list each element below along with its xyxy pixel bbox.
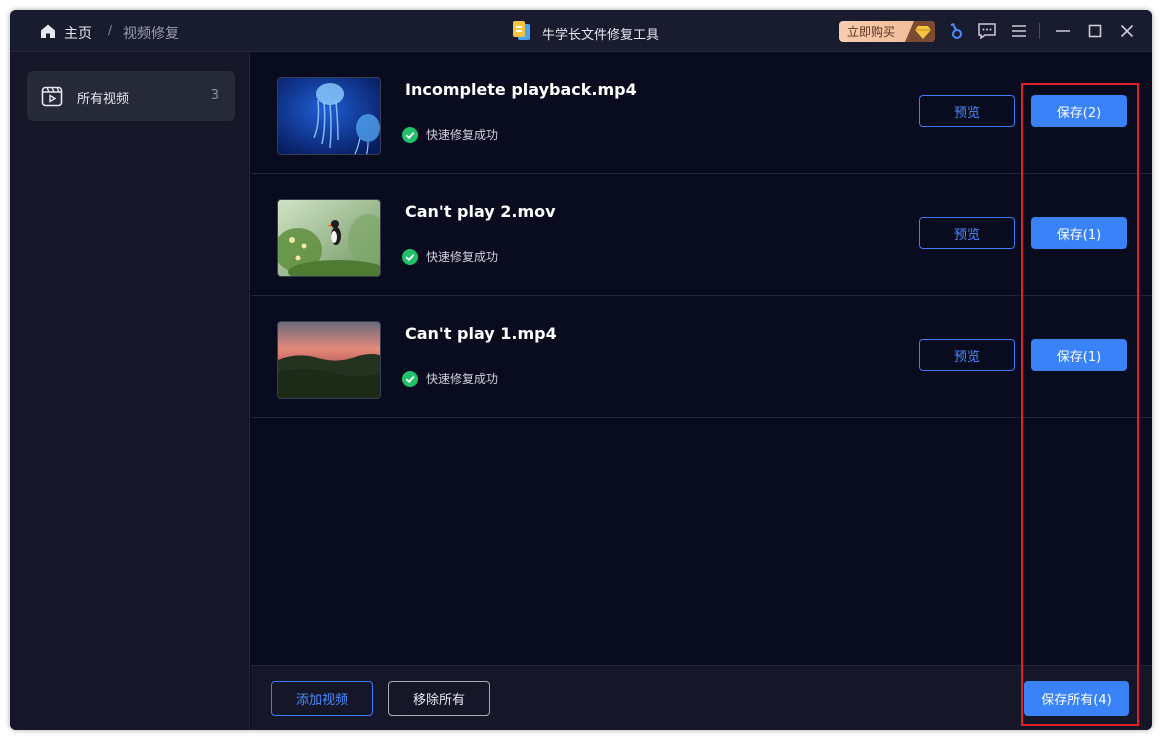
video-row: Incomplete playback.mp4 快速修复成功 预览 保存(2): [251, 52, 1152, 174]
video-thumbnail-puffin[interactable]: [277, 199, 381, 277]
success-check-icon: [402, 126, 418, 143]
preview-button[interactable]: 预览: [919, 339, 1015, 371]
breadcrumb-separator: /: [108, 23, 113, 37]
video-row: Can't play 1.mp4 快速修复成功 预览 保存(1): [251, 296, 1152, 418]
home-icon: [40, 23, 56, 43]
repair-status: 快速修复成功: [402, 126, 498, 143]
preview-button[interactable]: 预览: [919, 217, 1015, 249]
title-bar: 主页 / 视频修复 牛学长文件修复工具 立即购买: [10, 10, 1152, 52]
key-icon[interactable]: [947, 22, 965, 40]
video-list: Incomplete playback.mp4 快速修复成功 预览 保存(2): [251, 52, 1152, 665]
sidebar-item-label: 所有视频: [77, 92, 130, 107]
sidebar-item-count: 3: [210, 88, 219, 103]
buy-now-label: 立即购买: [847, 25, 896, 39]
video-icon: [41, 85, 63, 107]
buy-now-button[interactable]: 立即购买: [839, 21, 935, 42]
breadcrumb-current: 视频修复: [123, 26, 179, 42]
repair-status-text: 快速修复成功: [426, 372, 499, 386]
add-video-button[interactable]: 添加视频: [271, 681, 373, 716]
preview-button[interactable]: 预览: [919, 95, 1015, 127]
video-thumbnail-sunset[interactable]: [277, 321, 381, 399]
save-button[interactable]: 保存(1): [1031, 339, 1127, 371]
video-filename: Can't play 2.mov: [405, 202, 556, 221]
app-title: 牛学长文件修复工具: [512, 20, 659, 46]
repair-status-text: 快速修复成功: [426, 250, 499, 264]
bottom-action-bar: 添加视频 移除所有 保存所有(4): [251, 665, 1152, 730]
minimize-icon[interactable]: [1054, 22, 1072, 40]
feedback-icon[interactable]: [978, 22, 996, 40]
save-button[interactable]: 保存(1): [1031, 217, 1127, 249]
remove-all-button[interactable]: 移除所有: [388, 681, 490, 716]
titlebar-divider: [1039, 23, 1040, 39]
success-check-icon: [402, 370, 418, 387]
menu-icon[interactable]: [1010, 22, 1028, 40]
success-check-icon: [402, 248, 418, 265]
close-icon[interactable]: [1118, 22, 1136, 40]
video-filename: Can't play 1.mp4: [405, 324, 557, 343]
app-name: 牛学长文件修复工具: [542, 27, 660, 43]
video-row: Can't play 2.mov 快速修复成功 预览 保存(1): [251, 174, 1152, 296]
repair-status-text: 快速修复成功: [426, 128, 499, 142]
home-label: 主页: [64, 26, 92, 42]
diamond-icon: [905, 21, 935, 42]
save-button[interactable]: 保存(2): [1031, 95, 1127, 127]
sidebar-item-all-videos[interactable]: 所有视频 3: [27, 71, 235, 121]
repair-status: 快速修复成功: [402, 248, 498, 265]
save-all-button[interactable]: 保存所有(4): [1024, 681, 1129, 716]
app-window: 主页 / 视频修复 牛学长文件修复工具 立即购买 所有视频 3 Incomple…: [10, 10, 1152, 730]
video-thumbnail-jellyfish[interactable]: [277, 77, 381, 155]
video-filename: Incomplete playback.mp4: [405, 80, 637, 99]
repair-status: 快速修复成功: [402, 370, 498, 387]
sidebar: 所有视频 3: [10, 52, 250, 730]
home-button[interactable]: 主页: [40, 23, 92, 43]
maximize-icon[interactable]: [1086, 22, 1104, 40]
app-logo-icon: [512, 20, 532, 46]
